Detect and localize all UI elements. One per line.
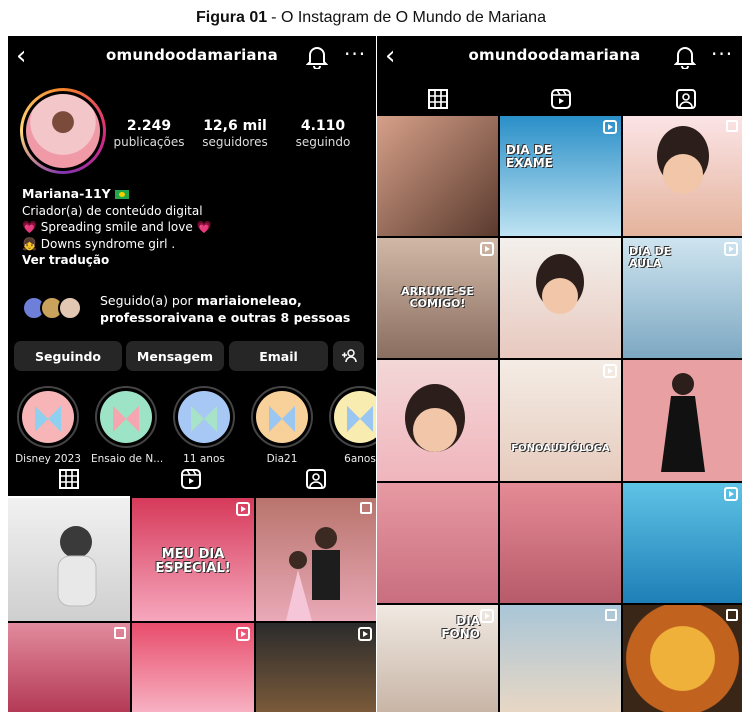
post-thumbnail[interactable]	[8, 498, 130, 621]
post-thumbnail[interactable]	[377, 483, 498, 603]
post-overlay-text: MEU DIA ESPECIAL!	[155, 547, 231, 576]
top-bar: ‹ omundoodamariana ···	[8, 36, 376, 78]
carousel-icon	[726, 120, 738, 132]
post-thumbnail[interactable]	[500, 605, 621, 712]
caption-text: - O Instagram de O Mundo de Mariana	[271, 9, 546, 26]
carousel-icon	[114, 627, 126, 639]
post-overlay-text: DIA FONO	[441, 614, 480, 641]
figure-caption: Figura 01 - O Instagram de O Mundo de Ma…	[0, 0, 742, 36]
stat-posts-value: 2.249	[126, 118, 172, 134]
top-bar: ‹ omundoodamariana ···	[377, 36, 742, 78]
post-thumbnail[interactable]	[500, 238, 621, 358]
carousel-icon	[360, 502, 372, 514]
more-icon[interactable]: ···	[344, 42, 366, 66]
carousel-icon	[605, 609, 617, 621]
followed-by[interactable]: Seguido(a) por mariaioneleao, professora…	[22, 292, 367, 328]
reels-icon[interactable]	[550, 88, 572, 110]
post-overlay-text: DIA DE AULA	[629, 245, 672, 270]
reels-icon[interactable]	[180, 468, 202, 490]
followed-user-2: professoraivana	[100, 310, 214, 325]
post-overlay-text: ARRUME-SE COMIGO!	[401, 285, 474, 310]
stat-followers[interactable]: 12,6 mil seguidores	[194, 118, 276, 149]
stat-followers-value: 12,6 mil	[203, 118, 267, 134]
reel-icon	[236, 627, 250, 641]
post-thumbnail[interactable]	[377, 360, 498, 481]
stat-following-label: seguindo	[295, 135, 351, 149]
stat-posts-label: publicações	[113, 135, 185, 149]
bio-line-2: 💗 Spreading smile and love 💗	[22, 220, 212, 234]
post-thumbnail[interactable]	[623, 116, 742, 236]
profile-name: Mariana-11Y	[22, 186, 111, 201]
highlight[interactable]: Ensaio de N...	[91, 386, 163, 465]
avatar[interactable]	[20, 88, 106, 174]
tagged-icon[interactable]	[675, 88, 697, 110]
brazil-flag-icon	[114, 190, 129, 199]
carousel-icon	[726, 609, 738, 621]
post-thumbnail[interactable]: DIA DE EXAME	[500, 116, 621, 236]
post-thumbnail[interactable]	[132, 623, 254, 712]
post-thumbnail[interactable]: DIA FONO	[377, 605, 498, 712]
stat-posts[interactable]: 2.249 publicações	[108, 118, 190, 149]
profile-tabs	[8, 462, 376, 498]
post-thumbnail[interactable]: MEU DIA ESPECIAL!	[132, 498, 254, 621]
highlight[interactable]: 6anos	[325, 386, 376, 465]
reel-icon	[724, 487, 738, 501]
reel-icon	[724, 242, 738, 256]
see-translation-link[interactable]: Ver tradução	[22, 252, 362, 269]
follower-avatar	[58, 296, 82, 320]
profile-tabs	[377, 82, 742, 118]
following-button[interactable]: Seguindo	[14, 341, 122, 371]
post-thumbnail[interactable]	[623, 605, 742, 712]
followed-suffix: e outras 8 pessoas	[217, 310, 351, 325]
post-thumbnail[interactable]	[256, 498, 376, 621]
bio-line-3: 👧 Downs syndrome girl .	[22, 236, 176, 251]
post-thumbnail[interactable]	[8, 623, 130, 712]
reel-icon	[236, 502, 250, 516]
post-thumbnail[interactable]	[377, 116, 498, 236]
posts-grid-screen: ‹ omundoodamariana ··· DIA DE EXAME ARRU…	[377, 36, 742, 712]
reel-icon	[603, 120, 617, 134]
post-thumbnail[interactable]	[500, 483, 621, 603]
highlight[interactable]: 11 anos	[169, 386, 239, 465]
reel-icon	[358, 627, 372, 641]
reel-icon	[480, 242, 494, 256]
highlight[interactable]: Disney 2023	[13, 386, 83, 465]
caption-label: Figura 01	[196, 9, 268, 26]
stat-followers-label: seguidores	[202, 135, 268, 149]
post-overlay-text: FONOAUDIÓLOGA	[511, 443, 610, 454]
bell-icon[interactable]	[306, 45, 328, 69]
post-thumbnail[interactable]	[623, 360, 742, 481]
post-thumbnail[interactable]: FONOAUDIÓLOGA	[500, 360, 621, 481]
stat-following[interactable]: 4.110 seguindo	[286, 118, 360, 149]
message-button[interactable]: Mensagem	[126, 341, 224, 371]
profile-screen: ‹ omundoodamariana ··· 2.249 publicações…	[8, 36, 376, 712]
suggest-people-button[interactable]	[333, 341, 364, 371]
reel-icon	[603, 364, 617, 378]
post-overlay-text: DIA DE EXAME	[506, 143, 553, 170]
bio-line-category: Criador(a) de conteúdo digital	[22, 203, 203, 218]
email-button[interactable]: Email	[229, 341, 328, 371]
more-icon[interactable]: ···	[711, 42, 733, 66]
grid-icon[interactable]	[427, 88, 449, 110]
reel-icon	[480, 609, 494, 623]
grid-icon[interactable]	[58, 468, 80, 490]
add-person-icon	[341, 349, 357, 363]
bell-icon[interactable]	[674, 45, 696, 69]
followed-user-1: mariaioneleao,	[196, 293, 302, 308]
post-thumbnail[interactable]: ARRUME-SE COMIGO!	[377, 238, 498, 358]
post-thumbnail[interactable]: DIA DE AULA	[623, 238, 742, 358]
tagged-icon[interactable]	[305, 468, 327, 490]
post-thumbnail[interactable]	[623, 483, 742, 603]
highlight[interactable]: Dia21	[247, 386, 317, 465]
bio: Mariana-11Y Criador(a) de conteúdo digit…	[22, 186, 362, 269]
stat-following-value: 4.110	[300, 118, 346, 134]
followed-prefix: Seguido(a) por	[100, 293, 193, 308]
post-thumbnail[interactable]	[256, 623, 376, 712]
